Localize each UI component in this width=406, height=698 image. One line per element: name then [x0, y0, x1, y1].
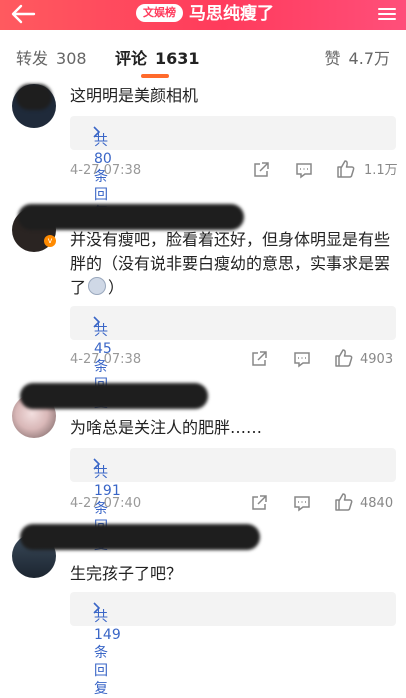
thumbs-up-icon[interactable] — [334, 492, 356, 512]
tab-like-label: 赞 — [324, 49, 341, 68]
comment-time: 4-27 07:38 — [70, 163, 142, 178]
username-redacted — [20, 524, 260, 550]
comment-item: v 并没有瘦吧，脸看着还好，但身体明显是有些胖的（没有说非要白瘦幼的意思，实事求… — [0, 200, 406, 411]
comment-item: 生完孩子了吧？ 共149条回复 — [0, 520, 406, 697]
comment-item: 为啥总是关注人的肥胖…… 共191条回复 4-27 07:40 4840 — [0, 380, 406, 553]
tab-comment[interactable]: 评论 1631 — [115, 48, 200, 70]
tab-like-count: 4.7万 — [348, 49, 390, 68]
tab-comment-label: 评论 — [115, 49, 148, 68]
tab-repost[interactable]: 转发 308 — [16, 48, 87, 70]
like-count: 4840 — [360, 496, 394, 511]
username-redacted — [16, 84, 52, 110]
tab-bar: 转发 308 评论 1631 赞 4.7万 — [0, 40, 406, 80]
comment-text: 这明明是美颜相机 — [70, 86, 199, 105]
active-tab-indicator — [141, 74, 169, 78]
comment-text: 并没有瘦吧，脸看着还好，但身体明显是有些胖的（没有说非要白瘦幼的意思，实事求是罢… — [70, 230, 391, 297]
verified-badge-icon: v — [44, 235, 56, 247]
replies-button[interactable]: 共191条回复 — [70, 448, 396, 553]
comment-text-content: 并没有瘦吧，脸看着还好，但身体明显是有些胖的（没有说非要白瘦幼的意思，实事求是罢… — [70, 230, 391, 297]
emoji-icon — [88, 277, 107, 295]
top-bar: 文娱榜 马思纯瘦了 — [0, 0, 406, 30]
back-arrow-icon[interactable] — [10, 4, 40, 26]
page-title: 马思纯瘦了 — [189, 4, 274, 24]
comment-icon[interactable] — [293, 350, 315, 370]
menu-icon[interactable] — [376, 3, 398, 25]
tab-comment-count: 1631 — [155, 49, 200, 68]
share-icon[interactable] — [250, 494, 272, 514]
tab-repost-label: 转发 — [16, 49, 49, 68]
like-count: 4903 — [360, 352, 394, 367]
ranking-badge: 文娱榜 — [136, 4, 183, 22]
comment-icon[interactable] — [295, 161, 317, 181]
replies-button[interactable]: 共45条回复 — [70, 306, 396, 411]
comment-icon[interactable] — [293, 494, 315, 514]
username-redacted — [20, 383, 208, 409]
share-icon[interactable] — [250, 350, 272, 370]
share-icon[interactable] — [252, 161, 274, 181]
comment-text: 生完孩子了吧？ — [70, 564, 183, 583]
tab-like[interactable]: 赞 4.7万 — [325, 48, 390, 70]
comment-text: 为啥总是关注人的肥胖…… — [70, 418, 263, 437]
comment-time: 4-27 07:40 — [70, 496, 142, 511]
like-count: 1.1万 — [364, 163, 398, 178]
tab-repost-count: 308 — [56, 49, 87, 68]
thumbs-up-icon[interactable] — [334, 348, 356, 368]
replies-button[interactable]: 共149条回复 — [70, 592, 396, 697]
replies-button[interactable]: 共80条回复 — [70, 116, 396, 221]
comment-item: 这明明是美颜相机 共80条回复 4-27 07:38 1.1万 — [0, 80, 406, 221]
username-redacted — [18, 204, 244, 230]
comment-time: 4-27 07:38 — [70, 352, 142, 367]
thumbs-up-icon[interactable] — [336, 159, 358, 179]
replies-label: 共149条回复 — [94, 609, 121, 697]
